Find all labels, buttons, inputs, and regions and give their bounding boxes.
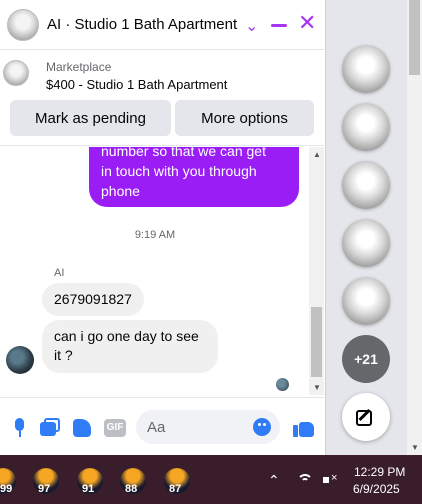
taskbar-badge: 99: [0, 483, 13, 495]
volume-muted-icon[interactable]: ×: [323, 472, 337, 486]
taskbar: 99 97 91 88 87 ⌃ × 12:29 PM 6/9/2025: [0, 455, 422, 504]
taskbar-badge: 88: [125, 483, 138, 495]
emoji-icon[interactable]: [253, 418, 271, 436]
scrollbar-thumb[interactable]: [311, 307, 322, 377]
microphone-icon[interactable]: [10, 418, 30, 438]
chat-head[interactable]: [342, 219, 390, 267]
scroll-down-arrow-icon[interactable]: ▼: [313, 383, 321, 392]
marketplace-listing: Marketplace $400 - Studio 1 Bath Apartme…: [0, 50, 326, 146]
message-scrollbar[interactable]: ▲ ▼: [309, 147, 324, 395]
marketplace-label: Marketplace: [46, 60, 112, 74]
gif-icon[interactable]: GIF: [104, 418, 126, 438]
clock-date[interactable]: 6/9/2025: [353, 482, 400, 496]
sticker-icon[interactable]: [72, 418, 92, 438]
listing-title[interactable]: $400 - Studio 1 Bath Apartment: [46, 77, 227, 92]
more-options-button[interactable]: More options: [175, 100, 314, 136]
taskbar-badge: 91: [82, 483, 95, 495]
close-icon[interactable]: ✕: [298, 12, 316, 34]
received-message[interactable]: can i go one day to see it ?: [42, 320, 218, 373]
message-composer: GIF: [0, 397, 326, 455]
scroll-down-arrow-icon[interactable]: ▼: [411, 443, 419, 452]
message-list: number so that we can get in touch with …: [0, 147, 310, 395]
new-message-button[interactable]: [342, 393, 390, 441]
chat-head[interactable]: [342, 103, 390, 151]
clock-time[interactable]: 12:29 PM: [354, 465, 405, 479]
chat-header: AI · Studio 1 Bath Apartment ⌄ ✕: [0, 0, 326, 50]
sender-avatar[interactable]: [6, 346, 34, 374]
chat-head[interactable]: [342, 277, 390, 325]
chat-head[interactable]: [342, 161, 390, 209]
more-chats-button[interactable]: +21: [342, 335, 390, 383]
chat-title[interactable]: AI · Studio 1 Bath Apartment: [47, 16, 237, 33]
scroll-up-arrow-icon[interactable]: ▲: [313, 150, 321, 159]
scrollbar-thumb[interactable]: [409, 0, 420, 75]
chat-head[interactable]: [342, 45, 390, 93]
page-scrollbar[interactable]: ▼: [407, 0, 422, 455]
message-timestamp: 9:19 AM: [134, 229, 176, 241]
photo-icon[interactable]: [40, 418, 60, 438]
seen-indicator-avatar: [276, 378, 289, 391]
sent-message-line: phone: [101, 183, 140, 199]
sent-message-line: number so that we can get: [101, 147, 266, 159]
taskbar-badge: 87: [169, 483, 182, 495]
minimize-icon[interactable]: [271, 24, 287, 27]
wifi-icon[interactable]: [297, 474, 313, 486]
sent-message-line: in touch with you through: [101, 163, 257, 179]
chevron-up-icon[interactable]: ⌃: [268, 472, 280, 489]
sender-name: AI: [54, 267, 65, 279]
thumbs-up-icon[interactable]: [293, 416, 315, 438]
chevron-down-icon[interactable]: ⌄: [245, 16, 258, 36]
chat-window: AI · Studio 1 Bath Apartment ⌄ ✕ Marketp…: [0, 0, 326, 455]
conversation-avatar[interactable]: [7, 8, 39, 41]
taskbar-badge: 97: [38, 483, 51, 495]
listing-thumbnail[interactable]: [3, 60, 29, 86]
compose-icon: [356, 407, 376, 427]
sent-message[interactable]: number so that we can get in touch with …: [89, 147, 299, 207]
mark-as-pending-button[interactable]: Mark as pending: [10, 100, 171, 136]
received-message[interactable]: 2679091827: [42, 283, 144, 316]
gif-label: GIF: [104, 419, 126, 437]
